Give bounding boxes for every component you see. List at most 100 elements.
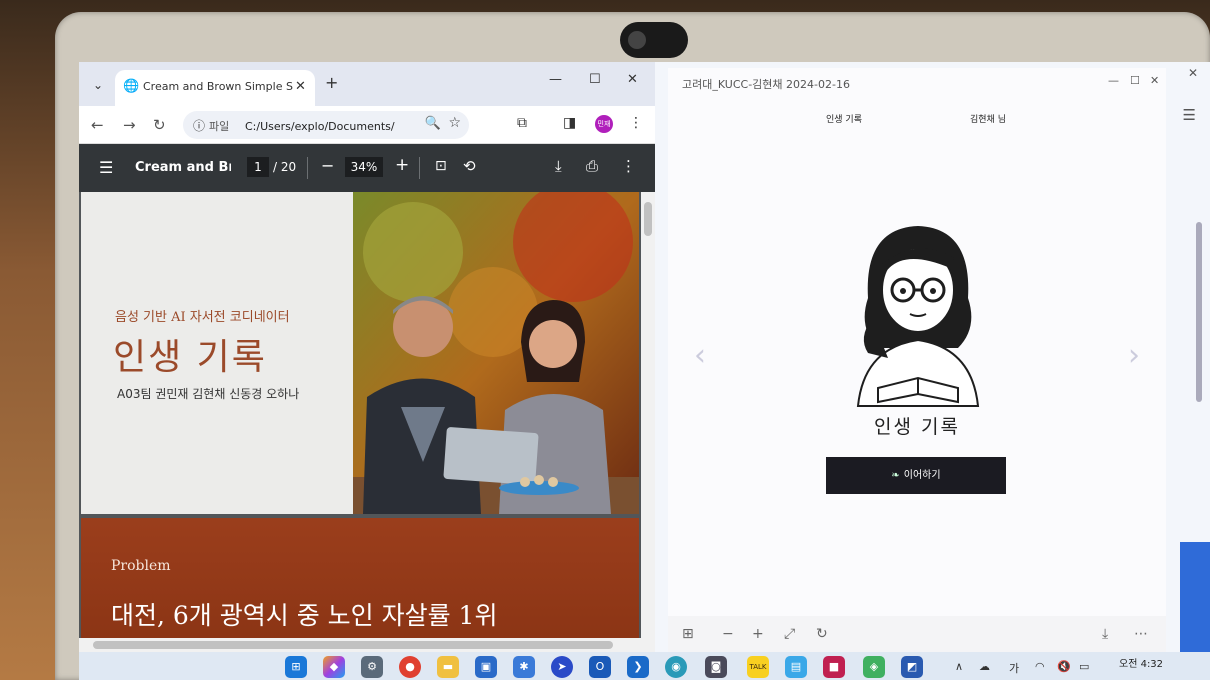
download-icon[interactable]: ⤓	[1102, 626, 1108, 642]
download-icon[interactable]: ⤓	[555, 157, 562, 175]
minimize-icon[interactable]: —	[1108, 74, 1119, 87]
profile-avatar[interactable]: 민재	[595, 115, 613, 133]
slide-subtitle: 음성 기반 AI 자서전 코디네이터	[115, 310, 290, 325]
camera-icon[interactable]: ◙	[705, 656, 727, 678]
pdf-menu-icon[interactable]: ☰	[99, 158, 113, 177]
forward-icon[interactable]: →	[123, 116, 136, 134]
tray-cloud-icon[interactable]: ☁	[979, 660, 990, 673]
scroll-thumb[interactable]	[93, 641, 613, 649]
slide2-label: Problem	[111, 558, 171, 574]
scroll-thumb[interactable]	[644, 202, 652, 236]
writer-illustration	[828, 218, 1008, 408]
zoom-icon[interactable]: 🔍	[425, 116, 441, 131]
app-gear-icon[interactable]: ✱	[513, 656, 535, 678]
info-icon[interactable]: ⓘ	[193, 117, 205, 134]
kakaotalk-icon[interactable]: TALK	[747, 656, 769, 678]
close-window-icon[interactable]: ✕	[627, 72, 638, 87]
tray-chevron-icon[interactable]: ∧	[955, 660, 963, 673]
app-arrow-icon[interactable]: ➤	[551, 656, 573, 678]
maximize-icon[interactable]: ☐	[589, 72, 601, 87]
ime-indicator[interactable]: 가	[1009, 660, 1019, 676]
globe-icon: 🌐	[123, 79, 140, 94]
slide-1: 음성 기반 AI 자서전 코디네이터 인생 기록 A03팀 권민재 김현채 신동…	[81, 192, 639, 514]
rotate-icon[interactable]: ↻	[816, 626, 828, 642]
side-panel-icon[interactable]: ◨	[563, 115, 576, 131]
start-icon[interactable]: ⊞	[285, 656, 307, 678]
divider	[307, 157, 308, 179]
leaf-icon: ❧	[891, 470, 900, 481]
zoom-input[interactable]: 34%	[345, 157, 383, 177]
tab-strip: ⌄ 🌐 Cream and Brown Simple Sale ✕ + — ☐ …	[79, 62, 655, 106]
extensions-icon[interactable]: ⧉	[517, 115, 527, 131]
pdf-content[interactable]: 음성 기반 AI 자서전 코디네이터 인생 기록 A03팀 권민재 김현채 신동…	[79, 192, 655, 652]
notepad-icon[interactable]: ▤	[785, 656, 807, 678]
slide-team: A03팀 권민재 김현채 신동경 오하나	[117, 387, 300, 401]
tab-title: Cream and Brown Simple Sale	[143, 80, 293, 93]
nav-user[interactable]: 김현채 님	[970, 112, 1006, 125]
couple-photo	[353, 192, 639, 514]
chrome-icon[interactable]: ●	[399, 656, 421, 678]
browser-window: ⌄ 🌐 Cream and Brown Simple Sale ✕ + — ☐ …	[79, 62, 655, 652]
app-diamond-icon[interactable]: ◈	[863, 656, 885, 678]
copilot-icon[interactable]: ◆	[323, 656, 345, 678]
rotate-icon[interactable]: ⟲	[463, 157, 476, 175]
continue-button[interactable]: ❧ 이어하기	[826, 457, 1006, 494]
horizontal-scrollbar[interactable]	[79, 638, 641, 652]
vscode-icon[interactable]: ❯	[627, 656, 649, 678]
speaker-muted-icon[interactable]: 🔇	[1057, 660, 1071, 673]
maximize-icon[interactable]: ☐	[1130, 74, 1140, 87]
browser-menu-icon[interactable]: ⋮	[629, 115, 643, 131]
pdf-toolbar: ☰ Cream and Bro... 1 / 20 − 34% + ⊡ ⟲ ⤓ …	[79, 144, 655, 192]
address-input[interactable]: ⓘ 파일 C:/Users/explo/Documents/카카... 🔍 ☆	[183, 111, 469, 139]
nav-link-home[interactable]: 인생 기록	[826, 112, 862, 125]
outlook-icon[interactable]: O	[589, 656, 611, 678]
tab-active[interactable]: 🌐 Cream and Brown Simple Sale ✕	[115, 70, 315, 106]
slide2-headline: 대전, 6개 광역시 중 노인 자살률 1위	[111, 601, 498, 630]
settings-gear-icon[interactable]: ⚙	[361, 656, 383, 678]
back-icon[interactable]: ←	[91, 116, 104, 134]
browser-app-icon[interactable]: ◉	[665, 656, 687, 678]
taskbar: ⊞ ◆ ⚙ ● ▬ ▣ ✱ ➤ O ❯ ◉ ◙ TALK ▤ ■ ◈ ◩ ∧ ☁…	[79, 652, 1210, 680]
file-explorer-icon[interactable]: ▬	[437, 656, 459, 678]
fit-page-icon[interactable]: ⊡	[435, 158, 447, 174]
scrollbar[interactable]	[1196, 222, 1202, 402]
page-number-input[interactable]: 1	[247, 157, 269, 177]
address-url: C:/Users/explo/Documents/카카...	[245, 120, 395, 133]
app-window: 고려대_KUCC-김현채 2024-02-16 — ☐ ✕ 인생 기록 김현채 …	[668, 68, 1166, 652]
minimize-icon[interactable]: —	[549, 72, 562, 87]
clock-time[interactable]: 오전 4:32	[1119, 655, 1163, 670]
grid-view-icon[interactable]: ⊞	[682, 626, 694, 642]
divider	[419, 157, 420, 179]
page-total: / 20	[273, 160, 297, 174]
tab-close-icon[interactable]: ✕	[295, 79, 306, 94]
zoom-out-icon[interactable]: −	[722, 626, 734, 642]
app-chart-icon[interactable]: ◩	[901, 656, 923, 678]
reload-icon[interactable]: ↻	[153, 116, 166, 134]
app-pink-icon[interactable]: ■	[823, 656, 845, 678]
close-icon[interactable]: ✕	[1188, 66, 1198, 80]
window-title: 고려대_KUCC-김현채 2024-02-16	[682, 78, 850, 91]
tab-search-button[interactable]: ⌄	[87, 74, 109, 96]
new-tab-icon[interactable]: +	[325, 73, 338, 92]
webcam-cover	[620, 22, 688, 58]
print-icon[interactable]: ⎙	[586, 157, 598, 175]
slide-title: 인생 기록	[113, 337, 267, 378]
bookmark-star-icon[interactable]: ☆	[448, 115, 461, 131]
vertical-scrollbar[interactable]	[641, 192, 655, 652]
wifi-icon[interactable]: ◠	[1035, 660, 1045, 673]
blue-panel	[1180, 542, 1210, 652]
menu-icon[interactable]: ☰	[1183, 106, 1196, 124]
battery-icon[interactable]: ▭	[1079, 660, 1089, 673]
zoom-in-icon[interactable]: +	[395, 155, 409, 175]
close-icon[interactable]: ✕	[1150, 74, 1159, 87]
zoom-out-icon[interactable]: −	[321, 156, 334, 175]
zoom-in-icon[interactable]: +	[752, 626, 764, 642]
viewer-bottom-bar: ⊞ − + ⤢ ↻ ⤓ ⋯	[668, 616, 1166, 652]
pdf-doc-title: Cream and Bro...	[135, 160, 231, 175]
next-arrow-icon[interactable]: ›	[1128, 338, 1140, 373]
store-icon[interactable]: ▣	[475, 656, 497, 678]
more-icon[interactable]: ⋯	[1134, 626, 1148, 642]
pdf-more-icon[interactable]: ⋮	[621, 157, 636, 175]
fullscreen-icon[interactable]: ⤢	[784, 626, 795, 642]
prev-arrow-icon[interactable]: ‹	[694, 338, 706, 373]
